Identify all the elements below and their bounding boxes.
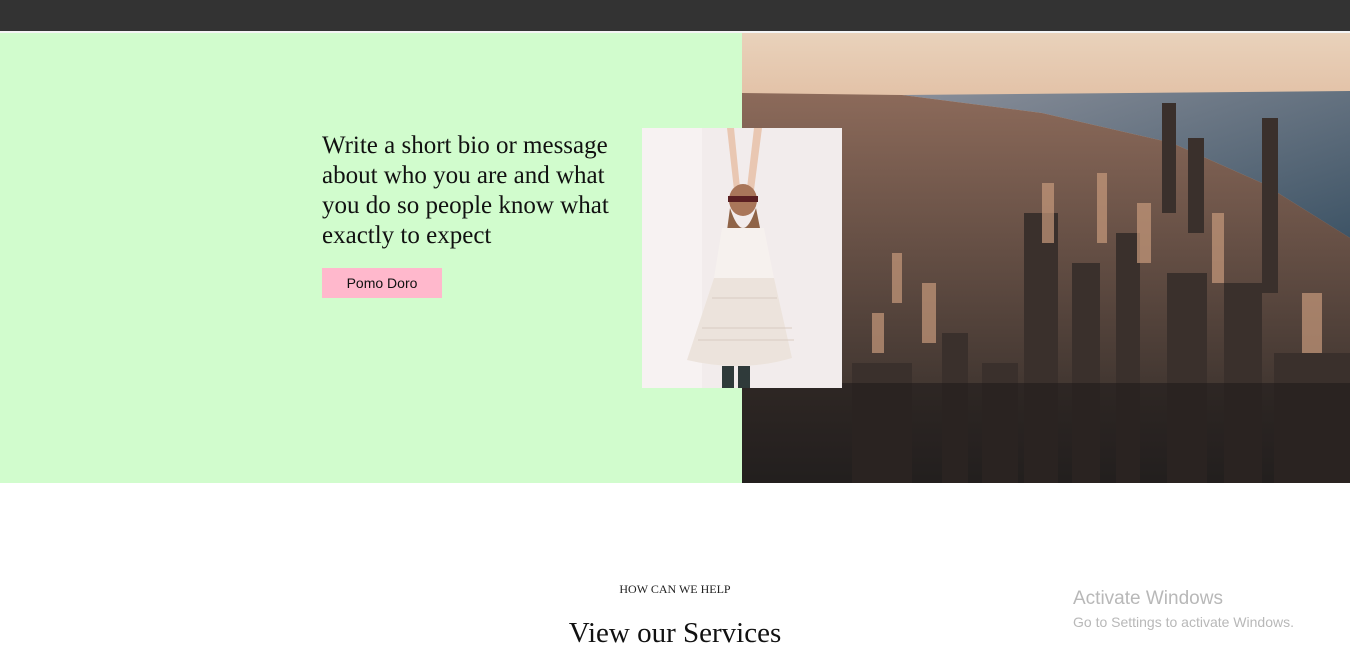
top-navigation-bar	[0, 0, 1350, 31]
pomo-doro-button[interactable]: Pomo Doro	[322, 268, 442, 298]
hero-section: Write a short bio or message about who y…	[0, 33, 1350, 483]
watermark-subtitle: Go to Settings to activate Windows.	[1073, 614, 1294, 630]
activate-windows-watermark: Activate Windows Go to Settings to activ…	[1073, 588, 1294, 631]
hero-bio-text: Write a short bio or message about who y…	[322, 132, 609, 249]
dancer-portrait-image	[642, 128, 842, 388]
hero-color-panel	[0, 33, 742, 483]
watermark-title: Activate Windows	[1073, 588, 1223, 609]
